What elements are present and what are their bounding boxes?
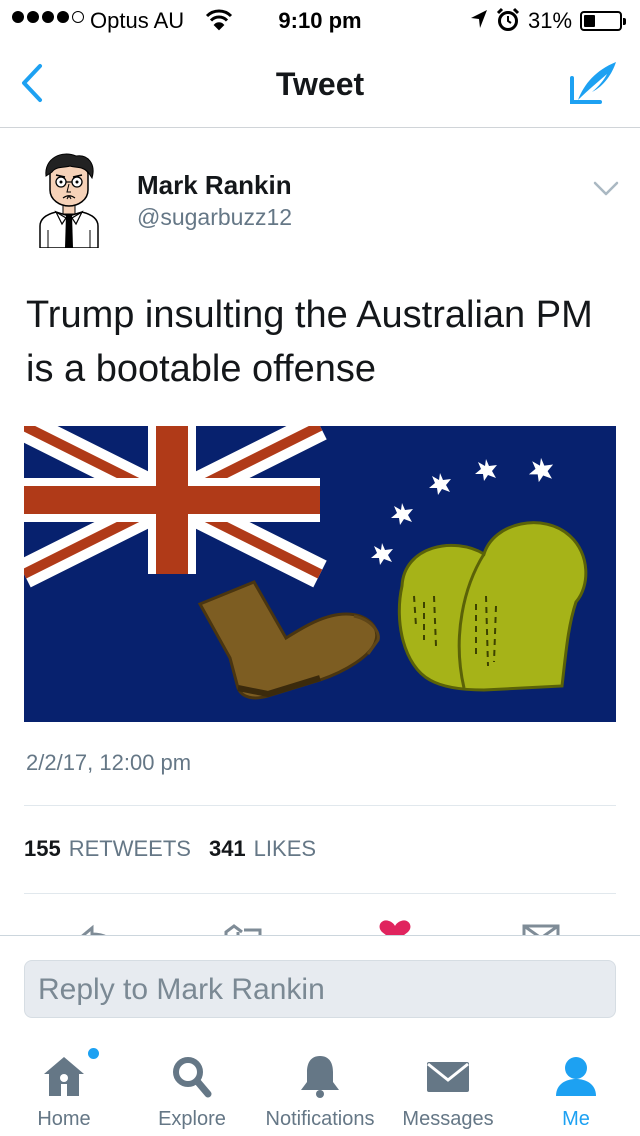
tweet-actions <box>0 912 640 936</box>
compose-tweet-icon[interactable] <box>566 58 620 108</box>
tweet-stats: 155 RETWEETS 341 LIKES <box>24 836 316 862</box>
retweets-count: 155 <box>24 836 61 861</box>
battery-icon <box>580 11 626 31</box>
location-arrow-icon <box>471 10 487 28</box>
author-name[interactable]: Mark Rankin <box>137 170 292 201</box>
status-bar: Optus AU 9:10 pm 31% <box>0 0 640 42</box>
tab-label: Explore <box>158 1108 226 1130</box>
heart-icon[interactable] <box>378 918 412 936</box>
envelope-icon[interactable] <box>522 918 560 936</box>
search-icon <box>173 1057 212 1098</box>
reply-input[interactable]: Reply to Mark Rankin <box>24 960 616 1018</box>
likes-label: LIKES <box>253 836 317 861</box>
retweets-stat[interactable]: 155 RETWEETS <box>24 836 191 862</box>
tab-label: Messages <box>402 1108 494 1130</box>
notification-dot <box>88 1048 99 1059</box>
tweet-text: Trump insulting the Australian PM is a b… <box>26 288 618 396</box>
alarm-clock-icon <box>496 7 520 31</box>
reply-placeholder: Reply to Mark Rankin <box>38 973 325 1006</box>
divider <box>0 935 640 936</box>
tab-bar: Home Explore Notifications Messages Me <box>0 1036 640 1136</box>
tab-notifications[interactable]: Notifications <box>256 1054 384 1136</box>
page-title: Tweet <box>275 66 365 102</box>
tab-explore[interactable]: Explore <box>128 1054 256 1136</box>
tweet-image[interactable] <box>24 426 616 722</box>
tweet-text-line: is a bootable offense <box>26 348 377 390</box>
avatar[interactable] <box>26 152 112 248</box>
tab-label: Notifications <box>265 1108 375 1130</box>
tweet-text-line: Trump insulting the Australian PM <box>26 294 593 336</box>
tab-label: Home <box>37 1108 91 1130</box>
battery-percentage: 31% <box>528 8 573 33</box>
tweet-timestamp: 2/2/17, 12:00 pm <box>26 750 192 775</box>
tab-label: Me <box>562 1108 590 1130</box>
person-icon <box>556 1057 596 1096</box>
navigation-bar: Tweet <box>0 42 640 128</box>
retweets-label: RETWEETS <box>68 836 191 861</box>
author-handle[interactable]: @sugarbuzz12 <box>137 204 292 231</box>
tab-messages[interactable]: Messages <box>384 1054 512 1136</box>
tab-home[interactable]: Home <box>0 1048 128 1136</box>
likes-stat[interactable]: 341 LIKES <box>209 836 316 862</box>
likes-count: 341 <box>208 836 246 861</box>
divider <box>24 893 616 894</box>
retweet-icon[interactable] <box>222 918 264 936</box>
envelope-icon <box>427 1062 469 1092</box>
tweet-author: Mark Rankin @sugarbuzz12 <box>0 128 640 258</box>
chevron-down-icon[interactable] <box>590 178 622 200</box>
bell-icon <box>301 1056 339 1098</box>
tab-me[interactable]: Me <box>512 1054 640 1136</box>
home-icon <box>44 1057 84 1096</box>
reply-icon[interactable] <box>78 918 114 936</box>
union-jack <box>24 426 327 588</box>
divider <box>24 805 616 806</box>
